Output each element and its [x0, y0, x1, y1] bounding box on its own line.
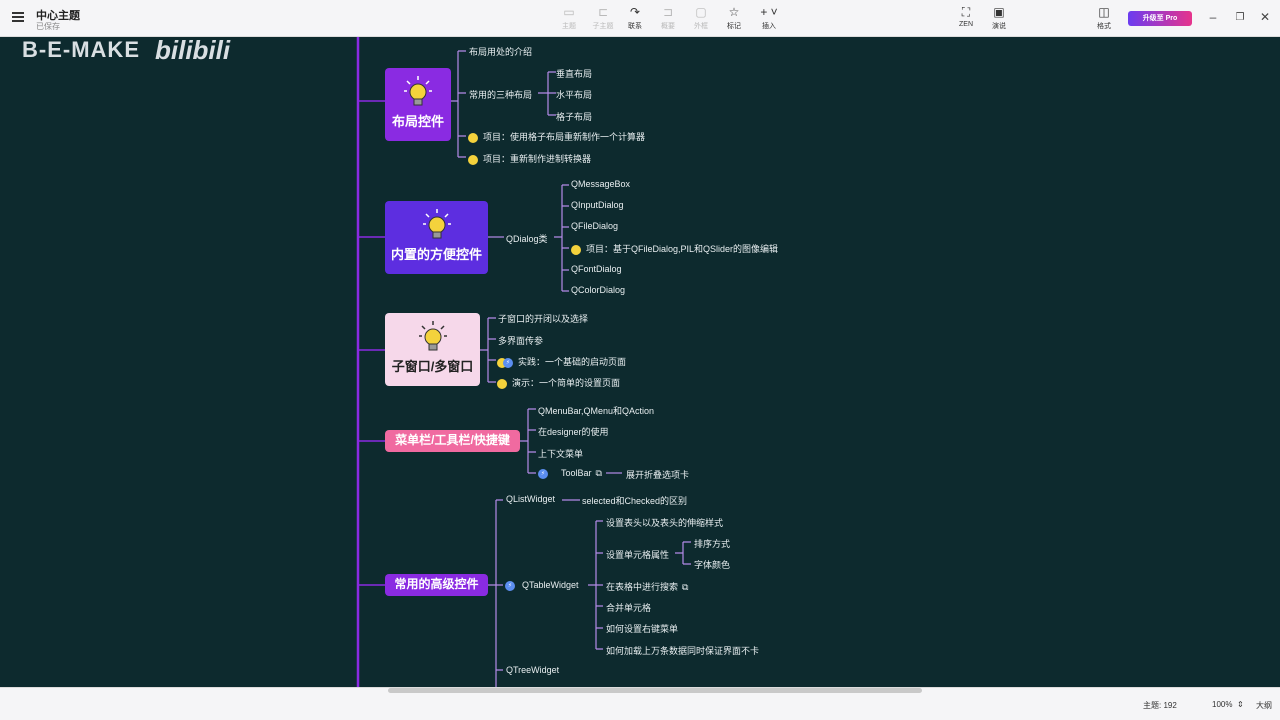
topic-qlistwidget[interactable]: QListWidget [506, 494, 555, 504]
format-button[interactable]: ◫ 格式 [1087, 5, 1121, 31]
topic-merge-cells[interactable]: 合并单元格 [606, 601, 651, 614]
status-bar: 主题: 192 100% ⇕ 大纲 [0, 687, 1280, 720]
topic-qmessagebox[interactable]: QMessageBox [571, 179, 630, 189]
topic-count: 主题: 192 [1143, 701, 1177, 710]
topic-qtreewidget[interactable]: QTreeWidget [506, 665, 559, 675]
topic-subwindow-open-close[interactable]: 子窗口的开闭以及选择 [498, 312, 588, 325]
relationship-icon: ↷ [629, 5, 641, 19]
topic-font-color[interactable]: 字体颜色 [694, 558, 730, 571]
node-menubar-toolbar-shortcuts[interactable]: 菜单栏/工具栏/快捷键 [385, 430, 520, 452]
topic-table-header[interactable]: 设置表头以及表头的伸缩样式 [606, 516, 723, 529]
outline-toggle[interactable]: 大纲 [1256, 700, 1272, 711]
topic-toolbar[interactable]: ⚡ ToolBar ⧉ [538, 468, 602, 479]
marker-button[interactable]: ☆ 标记 [717, 5, 751, 31]
subtopic-button[interactable]: ⊏ 子主题 [586, 5, 620, 31]
topic-multi-ui-params[interactable]: 多界面传参 [498, 334, 543, 347]
topic-designer-usage[interactable]: 在designer的使用 [538, 425, 609, 438]
upgrade-pro-button[interactable]: 升级至 Pro [1128, 11, 1192, 26]
summary-icon: ⊐ [662, 5, 674, 19]
topic-right-click-menu[interactable]: 如何设置右键菜单 [606, 622, 678, 635]
lightbulb-icon [418, 321, 447, 351]
node-advanced-controls[interactable]: 常用的高级控件 [385, 574, 488, 596]
node-layout-controls[interactable]: 布局控件 [385, 68, 451, 141]
topic-qfontdialog[interactable]: QFontDialog [571, 264, 622, 274]
topic-three-layouts[interactable]: 常用的三种布局 [469, 88, 532, 101]
topic-load-large-data[interactable]: 如何加载上万条数据同时保证界面不卡 [606, 644, 759, 657]
summary-button[interactable]: ⊐ 概要 [651, 5, 685, 31]
topic-collapse-tabs[interactable]: 展开折叠选项卡 [626, 468, 689, 481]
insert-button[interactable]: + ˅ 插入 [752, 5, 786, 31]
node-subwindow[interactable]: 子窗口/多窗口 [385, 313, 480, 386]
restore-icon[interactable]: ❐ [1233, 12, 1247, 23]
topic-qmenubar[interactable]: QMenuBar,QMenu和QAction [538, 404, 654, 417]
topic-cell-properties[interactable]: 设置单元格属性 [606, 548, 669, 561]
topic-project-calculator[interactable]: 项目：使用格子布局重新制作一个计算器 [468, 130, 645, 143]
topic-demo-settings[interactable]: 演示：一个简单的设置页面 [497, 376, 620, 389]
topic-horizontal-layout[interactable]: 水平布局 [556, 88, 592, 101]
boundary-button[interactable]: ▢ 外框 [684, 5, 718, 31]
hamburger-menu-icon[interactable] [12, 12, 24, 22]
format-icon: ◫ [1098, 5, 1110, 19]
topic-qdialog[interactable]: QDialog类 [506, 232, 548, 245]
topic-sort-order[interactable]: 排序方式 [694, 537, 730, 550]
boundary-icon: ▢ [695, 5, 707, 19]
topic-project-converter[interactable]: 项目：重新制作进制转换器 [468, 152, 591, 165]
close-icon[interactable]: ✕ [1258, 10, 1272, 24]
topic-icon: ▭ [563, 5, 575, 19]
minimize-icon[interactable]: – [1206, 10, 1220, 24]
lightbulb-icon [422, 209, 451, 239]
topic-selected-vs-checked[interactable]: selected和Checked的区别 [582, 494, 687, 507]
relationship-button[interactable]: ↷ 联系 [618, 5, 652, 31]
plus-icon: + ˅ [760, 5, 778, 19]
zoom-level[interactable]: 100% [1212, 700, 1232, 709]
topic-qtablewidget[interactable]: ⚡ QTableWidget [505, 580, 579, 591]
lightbulb-icon [404, 76, 432, 106]
save-status: 已保存 [36, 22, 60, 31]
flash-icon: ⚡ [505, 580, 515, 591]
external-link-icon[interactable]: ⧉ [596, 468, 602, 478]
zoom-stepper-icon[interactable]: ⇕ [1237, 700, 1244, 709]
marker-dot-icon [468, 154, 478, 165]
node-builtin-controls[interactable]: 内置的方便控件 [385, 201, 488, 274]
marker-dot-icon [468, 132, 478, 143]
topic-practice-splash[interactable]: ⚡ 实践：一个基础的启动页面 [497, 355, 626, 368]
topic-grid-layout[interactable]: 格子布局 [556, 110, 592, 123]
horizontal-scrollbar[interactable] [388, 688, 922, 693]
topic-qcolordialog[interactable]: QColorDialog [571, 285, 625, 295]
topic-layout-intro[interactable]: 布局用处的介绍 [469, 45, 532, 58]
topic-qinputdialog[interactable]: QInputDialog [571, 200, 624, 210]
subtopic-icon: ⊏ [597, 5, 609, 19]
top-toolbar: 中心主题 已保存 ▭ 主题 ⊏ 子主题 ↷ 联系 ⊐ 概要 ▢ 外框 ✎ 笔记 … [0, 0, 1280, 37]
topic-qfiledialog[interactable]: QFileDialog [571, 221, 618, 231]
topic-button[interactable]: ▭ 主题 [552, 5, 586, 31]
topic-vertical-layout[interactable]: 垂直布局 [556, 67, 592, 80]
zen-icon: ⛶ [961, 5, 971, 19]
external-link-icon[interactable]: ⧉ [682, 582, 688, 592]
mindmap-canvas[interactable]: B-E-MAKE bilibili 布局控件 布局用处的介绍 常用的三种布局 垂… [0, 37, 1280, 687]
topic-context-menu[interactable]: 上下文菜单 [538, 447, 583, 460]
topic-table-search[interactable]: 在表格中进行搜索 ⧉ [606, 580, 688, 593]
pitch-button[interactable]: ▣ 演说 [982, 5, 1016, 31]
star-icon: ☆ [728, 5, 740, 19]
pitch-icon: ▣ [993, 5, 1005, 19]
marker-dot-icon [571, 244, 581, 255]
marker-dot-icon [497, 378, 507, 389]
zen-button[interactable]: ⛶ ZEN [949, 5, 983, 28]
flash-icon: ⚡ [503, 357, 513, 368]
flash-icon: ⚡ [538, 468, 548, 479]
topic-project-image-editor[interactable]: 项目：基于QFileDialog,PIL和QSlider的图像编辑 [571, 242, 778, 255]
